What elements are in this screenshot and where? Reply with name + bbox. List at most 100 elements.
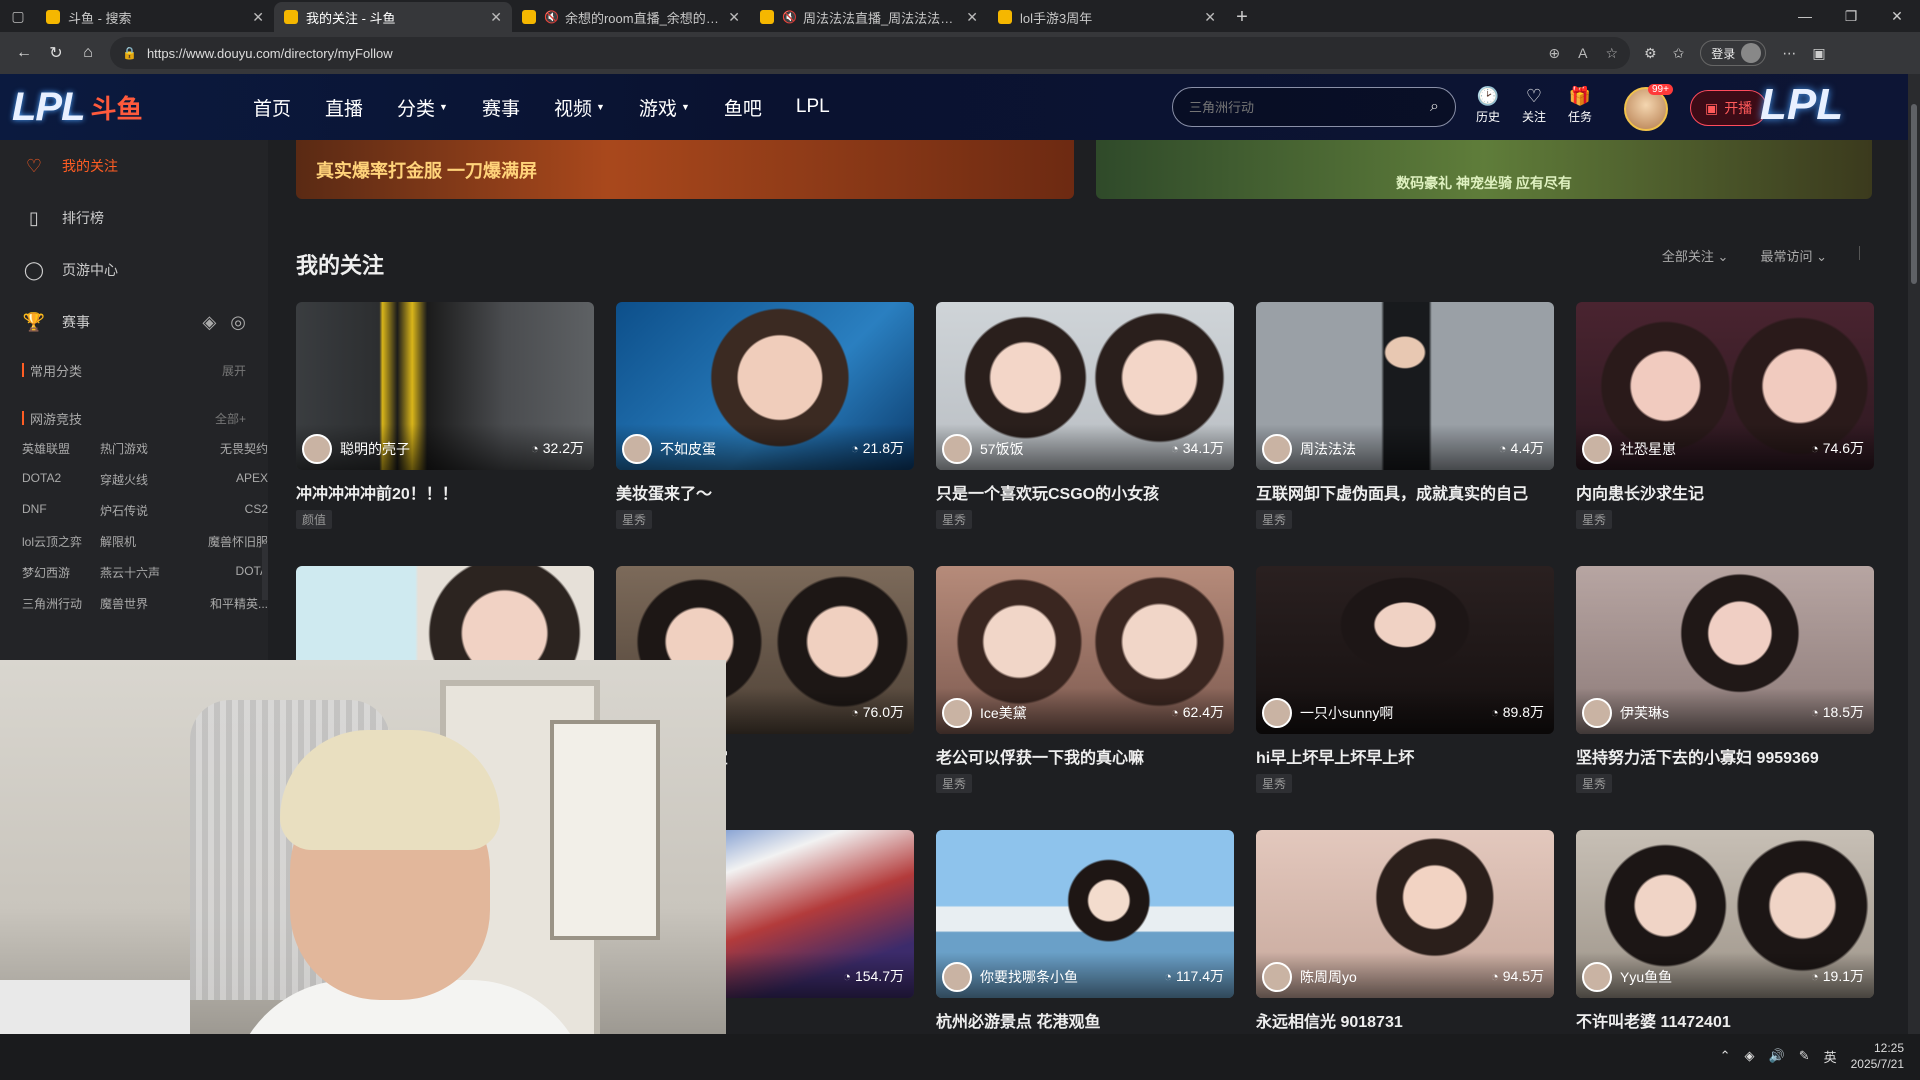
streamer-avatar[interactable] — [1582, 962, 1612, 992]
category-link[interactable]: 热门游戏 — [100, 440, 188, 457]
new-tab-button[interactable]: + — [1226, 2, 1258, 32]
browser-tab[interactable]: 🔇 周法法法直播_周法法法直播 ✕ — [750, 2, 988, 32]
all-categories-link[interactable]: 全部+ — [215, 410, 246, 427]
restore-icon[interactable]: ❐ — [1828, 0, 1874, 32]
nav-item-yuba[interactable]: 鱼吧 — [707, 74, 779, 140]
site-logo[interactable]: LPL 斗鱼 — [0, 74, 228, 140]
stream-thumbnail[interactable]: 聪明的壳子 ◔ 32.2万 — [296, 302, 594, 470]
stream-thumbnail[interactable]: 57饭饭 ◔ 34.1万 — [936, 302, 1234, 470]
category-link[interactable]: 穿越火线 — [100, 471, 188, 488]
muted-speaker-icon[interactable]: 🔇 — [782, 10, 797, 24]
page-scrollbar[interactable] — [1908, 74, 1920, 1034]
minimize-icon[interactable]: — — [1782, 0, 1828, 32]
sidebar-item-ranking[interactable]: ▯ 排行榜 — [0, 192, 268, 244]
stream-title[interactable]: 只是一个喜欢玩CSGO的小女孩 — [936, 480, 1234, 502]
stream-card[interactable]: 社恐星崽 ◔ 74.6万内向患长沙求生记 星秀 — [1576, 302, 1874, 566]
ime-indicator[interactable]: 英 — [1824, 1047, 1837, 1066]
stream-title[interactable]: 坚持努力活下去的小寡妇 9959369 — [1576, 744, 1874, 766]
login-button[interactable]: 登录 — [1700, 40, 1767, 66]
nav-item-events[interactable]: 赛事 — [465, 74, 537, 140]
stream-title[interactable]: 美妆蛋来了～ — [616, 480, 914, 502]
promo-banner[interactable]: 数码豪礼 神宠坐骑 应有尽有 — [1096, 140, 1872, 199]
stream-title[interactable]: 杭州必游景点 花港观鱼 — [936, 1008, 1234, 1030]
stream-title[interactable]: 不许叫老婆 11472401 — [1576, 1008, 1874, 1030]
stream-thumbnail[interactable]: 周法法法 ◔ 4.4万 — [1256, 302, 1554, 470]
category-tag[interactable]: 星秀 — [1256, 510, 1293, 529]
stream-thumbnail[interactable]: Ice美黛 ◔ 62.4万 — [936, 566, 1234, 734]
stream-card[interactable]: Yyu鱼鱼 ◔ 19.1万 不许叫老婆 11472401 — [1576, 830, 1874, 1034]
browser-tab[interactable]: 🔇 余想的room直播_余想的room ✕ — [512, 2, 750, 32]
sidebar-item-my-follow[interactable]: ♡ 我的关注 — [0, 140, 268, 192]
category-link[interactable]: APEX — [188, 471, 268, 488]
category-tag[interactable]: 星秀 — [1576, 510, 1613, 529]
stream-title[interactable]: hi早上坏早上坏早上坏 — [1256, 744, 1554, 766]
streamer-avatar[interactable] — [942, 698, 972, 728]
streamer-avatar[interactable] — [1582, 434, 1612, 464]
stream-card[interactable]: 周法法法 ◔ 4.4万互联网卸下虚伪面具，成就真实的自己 星秀 — [1256, 302, 1554, 566]
taskbar-clock[interactable]: 12:25 2025/7/21 — [1851, 1040, 1904, 1072]
home-icon[interactable]: ⌂ — [72, 37, 104, 69]
browser-tab[interactable]: lol手游3周年 ✕ — [988, 2, 1226, 32]
stream-thumbnail[interactable]: 你要找哪条小鱼 ◔ 117.4万 — [936, 830, 1234, 998]
category-tag[interactable]: 星秀 — [936, 510, 973, 529]
category-link[interactable]: 炉石传说 — [100, 502, 188, 519]
streamer-avatar[interactable] — [1262, 962, 1292, 992]
favorite-star-icon[interactable]: ☆ — [1605, 45, 1618, 62]
favorites-icon[interactable]: ✩ — [1673, 45, 1685, 62]
stream-card[interactable]: 伊芙琳s ◔ 18.5万坚持努力活下去的小寡妇 9959369 星秀 — [1576, 566, 1874, 830]
streamer-avatar[interactable] — [942, 434, 972, 464]
category-link[interactable]: 燕云十六声 — [100, 564, 188, 581]
stream-thumbnail[interactable]: 一只小sunny啊 ◔ 89.8万 — [1256, 566, 1554, 734]
stream-card[interactable]: 聪明的壳子 ◔ 32.2万 冲冲冲冲冲前20！！！ 颜值 — [296, 302, 594, 566]
lol-icon[interactable]: ◈ — [202, 312, 216, 333]
zoom-icon[interactable]: ⊕ — [1548, 45, 1560, 62]
category-link[interactable]: DOTA — [188, 564, 268, 581]
stream-card[interactable]: 57饭饭 ◔ 34.1万只是一个喜欢玩CSGO的小女孩 星秀 — [936, 302, 1234, 566]
close-icon[interactable]: ✕ — [1204, 9, 1216, 26]
category-link[interactable]: lol云顶之弈 — [22, 533, 100, 550]
stream-title[interactable]: 内向患长沙求生记 — [1576, 480, 1874, 502]
back-icon[interactable]: ← — [8, 37, 40, 69]
category-tag[interactable]: 星秀 — [936, 774, 973, 793]
tray-expand-icon[interactable]: ⌃ — [1720, 1048, 1731, 1064]
address-bar[interactable]: 🔒 https://www.douyu.com/directory/myFoll… — [110, 37, 1630, 69]
streamer-avatar[interactable] — [622, 434, 652, 464]
refresh-icon[interactable]: ↻ — [40, 37, 72, 69]
streamer-avatar[interactable] — [942, 962, 972, 992]
category-link[interactable]: 三角洲行动 — [22, 595, 100, 612]
close-icon[interactable]: ✕ — [252, 9, 264, 26]
stream-thumbnail[interactable]: 社恐星崽 ◔ 74.6万 — [1576, 302, 1874, 470]
sidebar-toggle-icon[interactable]: ▣ — [1812, 45, 1825, 62]
stream-card[interactable]: 不如皮蛋 ◔ 21.8万 美妆蛋来了～ 星秀 — [616, 302, 914, 566]
close-icon[interactable]: ✕ — [490, 9, 502, 26]
pen-icon[interactable]: ✎ — [1799, 1048, 1810, 1064]
scrollbar-thumb[interactable] — [1911, 104, 1917, 284]
nav-item-category[interactable]: 分类 ▼ — [380, 74, 465, 140]
close-icon[interactable]: ✕ — [728, 9, 740, 26]
search-icon[interactable]: ⌕ — [1430, 98, 1439, 116]
expand-link[interactable]: 展开 — [222, 362, 246, 379]
search-input[interactable] — [1189, 99, 1431, 115]
sidebar-item-webgame-center[interactable]: ◯ 页游中心 — [0, 244, 268, 296]
category-tag[interactable]: 星秀 — [1256, 774, 1293, 793]
more-icon[interactable]: ⋯ — [1782, 45, 1796, 62]
stream-card[interactable]: 陈周周yo ◔ 94.5万 永远相信光 9018731 — [1256, 830, 1554, 1034]
browser-tab-active[interactable]: 我的关注 - 斗鱼 ✕ — [274, 2, 512, 32]
streamer-avatar[interactable] — [302, 434, 332, 464]
nav-item-video[interactable]: 视频 ▼ — [537, 74, 622, 140]
network-icon[interactable]: ◈ — [1745, 1048, 1755, 1064]
filter-all-follows[interactable]: 全部关注 ⌄ — [1662, 246, 1729, 265]
extensions-icon[interactable]: ⚙ — [1644, 45, 1657, 62]
category-link[interactable]: 梦幻西游 — [22, 564, 100, 581]
streamer-avatar[interactable] — [1582, 698, 1612, 728]
close-icon[interactable]: ✕ — [966, 9, 978, 26]
tab-actions-icon[interactable]: ▢ — [0, 0, 36, 32]
stream-title[interactable]: 互联网卸下虚伪面具，成就真实的自己 — [1256, 480, 1554, 502]
category-link[interactable]: DNF — [22, 502, 100, 519]
muted-speaker-icon[interactable]: 🔇 — [544, 10, 559, 24]
url-text[interactable]: https://www.douyu.com/directory/myFollow — [147, 46, 1548, 61]
category-tag[interactable]: 星秀 — [1576, 774, 1613, 793]
category-link[interactable]: CS2 — [188, 502, 268, 519]
nav-item-games[interactable]: 游戏 ▼ — [622, 74, 707, 140]
stream-thumbnail[interactable]: 伊芙琳s ◔ 18.5万 — [1576, 566, 1874, 734]
